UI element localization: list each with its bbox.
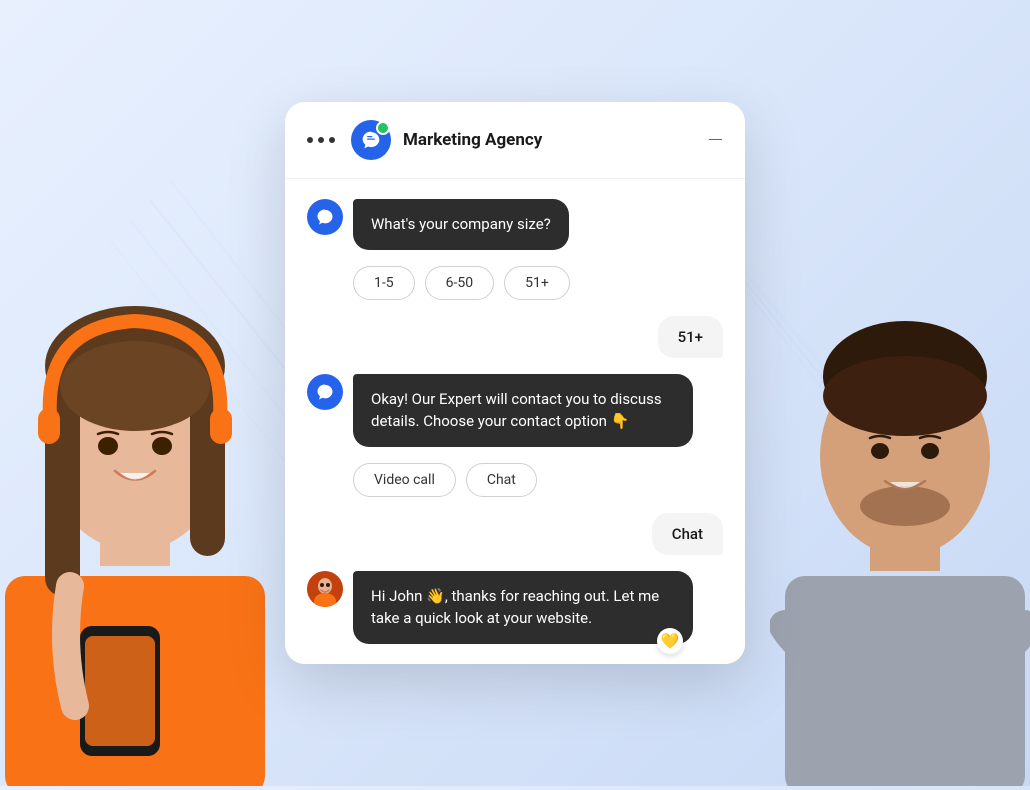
bot-avatar-icon <box>316 208 334 226</box>
human-avatar <box>307 571 343 607</box>
dot-2 <box>318 137 324 143</box>
contact-options: Video call Chat <box>307 463 723 497</box>
bot-message-1: What's your company size? <box>307 199 723 250</box>
bot-bubble-2: Okay! Our Expert will contact you to dis… <box>353 374 693 447</box>
person-right <box>770 66 1030 786</box>
user-message-2: Chat <box>307 513 723 555</box>
menu-dots[interactable] <box>307 137 335 143</box>
brand-logo <box>351 120 391 160</box>
user-message-1: 51+ <box>307 316 723 358</box>
bot-avatar-1 <box>307 199 343 235</box>
chat-body: What's your company size? 1-5 6-50 51+ 5… <box>285 179 745 664</box>
bot-avatar-2 <box>307 374 343 410</box>
option-1-5[interactable]: 1-5 <box>353 266 415 300</box>
human-message-1: Hi John 👋, thanks for reaching out. Let … <box>307 571 723 644</box>
user-bubble-2: Chat <box>652 513 723 555</box>
human-avatar-face <box>307 571 343 607</box>
dot-3 <box>329 137 335 143</box>
bot-bubble-1: What's your company size? <box>353 199 569 250</box>
chat-widget: Marketing Agency — What's your company s… <box>285 102 745 664</box>
option-chat[interactable]: Chat <box>466 463 537 497</box>
company-size-options: 1-5 6-50 51+ <box>307 266 723 300</box>
user-bubble-1: 51+ <box>658 316 723 358</box>
option-51plus[interactable]: 51+ <box>504 266 570 300</box>
bot-avatar-icon-2 <box>316 383 334 401</box>
chat-logo-icon <box>361 130 381 150</box>
person-left <box>0 26 280 786</box>
chat-header: Marketing Agency — <box>285 102 745 179</box>
option-6-50[interactable]: 6-50 <box>425 266 494 300</box>
heart-reaction: 💛 <box>657 628 683 654</box>
human-bubble-1: Hi John 👋, thanks for reaching out. Let … <box>353 571 693 644</box>
bot-message-2: Okay! Our Expert will contact you to dis… <box>307 374 723 447</box>
dot-1 <box>307 137 313 143</box>
human-message-text: Hi John 👋, thanks for reaching out. Let … <box>371 587 659 628</box>
chat-title: Marketing Agency <box>403 130 696 150</box>
minimize-button[interactable]: — <box>708 130 723 150</box>
option-video-call[interactable]: Video call <box>353 463 456 497</box>
